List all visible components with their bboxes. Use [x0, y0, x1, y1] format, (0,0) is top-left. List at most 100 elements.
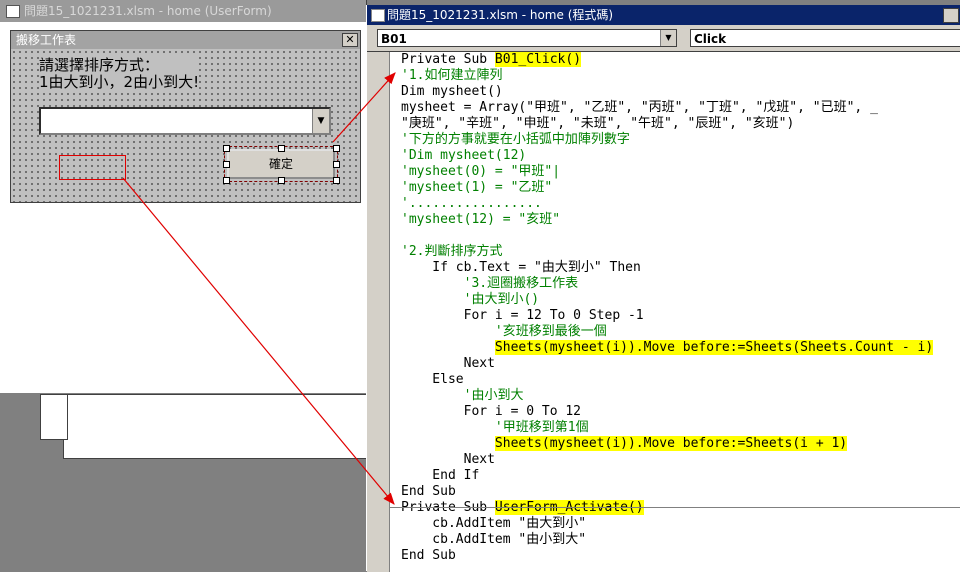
- code-line[interactable]: 'mysheet(0) = "甲班"|: [401, 164, 933, 180]
- code-line[interactable]: '甲班移到第1個: [401, 420, 933, 436]
- resize-handle[interactable]: [333, 177, 340, 184]
- code-comment: 'mysheet(0) = "甲班"|: [401, 164, 561, 179]
- userform-window-title-bar[interactable]: 問題15_1021231.xlsm - home (UserForm): [0, 0, 366, 22]
- code-line[interactable]: mysheet = Array("甲班", "乙班", "丙班", "丁班", …: [401, 100, 933, 116]
- background-window: [40, 394, 68, 440]
- sort-combobox[interactable]: ▼: [39, 107, 331, 135]
- code-comment: '甲班移到第1個: [401, 420, 589, 435]
- code-line[interactable]: '3.迴圈搬移工作表: [401, 276, 933, 292]
- code-line[interactable]: [401, 228, 933, 244]
- code-line[interactable]: cb.AddItem "由小到大": [401, 532, 933, 548]
- code-line[interactable]: Sheets(mysheet(i)).Move before:=Sheets(i…: [401, 436, 933, 452]
- resize-handle[interactable]: [278, 145, 285, 152]
- code-token: If cb.Text = "由大到小" Then: [401, 260, 641, 275]
- procedure-separator: [389, 507, 960, 508]
- code-line[interactable]: If cb.Text = "由大到小" Then: [401, 260, 933, 276]
- code-comment: '2.判斷排序方式: [401, 244, 503, 259]
- resize-handle[interactable]: [223, 177, 230, 184]
- chevron-down-icon[interactable]: ▼: [660, 30, 676, 46]
- sort-instruction-line2: 1由大到小，2由小到大!: [39, 73, 200, 91]
- sort-instruction-line1: 請選擇排序方式：: [39, 56, 160, 74]
- highlighted-code: Sheets(mysheet(i)).Move before:=Sheets(S…: [494, 340, 934, 355]
- code-token: "庚班", "辛班", "申班", "未班", "午班", "辰班", "亥班"…: [401, 116, 795, 131]
- code-comment: '亥班移到最後一個: [401, 324, 607, 339]
- code-comment: '.................: [401, 196, 542, 211]
- code-line[interactable]: 'mysheet(12) = "亥班": [401, 212, 933, 228]
- code-line[interactable]: Sheets(mysheet(i)).Move before:=Sheets(S…: [401, 340, 934, 356]
- code-line[interactable]: End If: [401, 468, 933, 484]
- resize-handle[interactable]: [333, 145, 340, 152]
- code-line[interactable]: '下方的方事就要在小括弧中加陣列數字: [401, 132, 933, 148]
- code-token: End Sub: [401, 548, 456, 563]
- code-line[interactable]: '由小到大: [401, 388, 933, 404]
- resize-handle[interactable]: [223, 145, 230, 152]
- code-token: Next: [401, 356, 495, 371]
- code-token: mysheet = Array("甲班", "乙班", "丙班", "丁班", …: [401, 100, 878, 115]
- code-line[interactable]: Dim mysheet(): [401, 84, 933, 100]
- code-text: Private Sub B01_Click() '1.如何建立陣列 Dim mysh…: [401, 52, 934, 564]
- code-line[interactable]: "庚班", "辛班", "申班", "未班", "午班", "辰班", "亥班"…: [401, 116, 933, 132]
- code-line[interactable]: '2.判斷排序方式: [401, 244, 933, 260]
- code-line[interactable]: For i = 12 To 0 Step -1: [401, 308, 933, 324]
- code-line[interactable]: Else: [401, 372, 933, 388]
- code-line[interactable]: cb.AddItem "由大到小": [401, 516, 933, 532]
- background-window: [63, 394, 368, 459]
- confirm-button[interactable]: 確定: [224, 146, 338, 182]
- userform-body: 請選擇排序方式： 1由大到小，2由小到大! ▼ 確定: [11, 49, 360, 202]
- code-line[interactable]: '1.如何建立陣列: [401, 68, 933, 84]
- userform-window-icon: [6, 5, 20, 18]
- userform-caption-bar: 搬移工作表 ✕: [11, 31, 360, 49]
- object-dropdown[interactable]: B01 ▼: [377, 29, 677, 47]
- code-line[interactable]: Next: [401, 356, 933, 372]
- code-line[interactable]: 'mysheet(1) = "乙班": [401, 180, 933, 196]
- annotation-box: [59, 155, 126, 180]
- code-token: Else: [401, 372, 464, 387]
- userform-caption: 搬移工作表: [16, 33, 77, 47]
- window-control-button[interactable]: [943, 8, 959, 23]
- code-window: 問題15_1021231.xlsm - home (程式碼) B01 ▼ Cli…: [366, 5, 960, 572]
- highlighted-code: B01_Click(): [494, 52, 582, 67]
- code-comment: 'mysheet(1) = "乙班": [401, 180, 553, 195]
- code-line[interactable]: Private Sub B01_Click(): [401, 52, 933, 68]
- code-line[interactable]: End Sub: [401, 484, 933, 500]
- object-dropdown-value: B01: [381, 32, 407, 46]
- code-window-title-bar[interactable]: 問題15_1021231.xlsm - home (程式碼): [367, 5, 960, 25]
- code-token: For i = 0 To 12: [401, 404, 582, 419]
- code-line[interactable]: 'Dim mysheet(12): [401, 148, 933, 164]
- code-comment: 'mysheet(12) = "亥班": [401, 212, 561, 227]
- userform-window-title: 問題15_1021231.xlsm - home (UserForm): [24, 4, 272, 18]
- chevron-down-icon[interactable]: ▼: [312, 109, 329, 133]
- code-token: Private Sub: [401, 52, 495, 67]
- code-line[interactable]: Next: [401, 452, 933, 468]
- code-line[interactable]: For i = 0 To 12: [401, 404, 933, 420]
- code-window-icon: [371, 9, 385, 22]
- code-comment: '3.迴圈搬移工作表: [401, 276, 579, 291]
- code-token: cb.AddItem "由大到小": [401, 516, 587, 531]
- procedure-dropdown[interactable]: Click: [690, 29, 960, 47]
- highlighted-code: Sheets(mysheet(i)).Move before:=Sheets(i…: [494, 436, 848, 451]
- userform[interactable]: 搬移工作表 ✕ 請選擇排序方式： 1由大到小，2由小到大! ▼ 確定: [10, 30, 361, 203]
- code-line[interactable]: '.................: [401, 196, 933, 212]
- code-comment: '由小到大: [401, 388, 524, 403]
- code-line[interactable]: End Sub: [401, 548, 933, 564]
- code-window-title: 問題15_1021231.xlsm - home (程式碼): [387, 8, 614, 22]
- code-line[interactable]: Private Sub UserForm_Activate(): [401, 500, 933, 516]
- code-gutter: [367, 52, 390, 572]
- code-comment: '由大到小(): [401, 292, 540, 307]
- code-line[interactable]: '亥班移到最後一個: [401, 324, 933, 340]
- code-comment: '下方的方事就要在小括弧中加陣列數字: [401, 132, 630, 147]
- resize-handle[interactable]: [333, 161, 340, 168]
- code-comment: '1.如何建立陣列: [401, 68, 503, 83]
- code-token: Next: [401, 452, 495, 467]
- close-icon[interactable]: ✕: [342, 33, 358, 47]
- code-editor[interactable]: Private Sub B01_Click() '1.如何建立陣列 Dim mysh…: [367, 51, 960, 572]
- sort-instruction-label[interactable]: 請選擇排序方式： 1由大到小，2由小到大!: [39, 56, 200, 91]
- code-token: cb.AddItem "由小到大": [401, 532, 587, 547]
- code-comment: 'Dim mysheet(12): [401, 148, 527, 163]
- resize-handle[interactable]: [278, 177, 285, 184]
- resize-handle[interactable]: [223, 161, 230, 168]
- code-token: End If: [401, 468, 480, 483]
- code-line[interactable]: '由大到小(): [401, 292, 933, 308]
- code-token: Dim mysheet(): [401, 84, 503, 99]
